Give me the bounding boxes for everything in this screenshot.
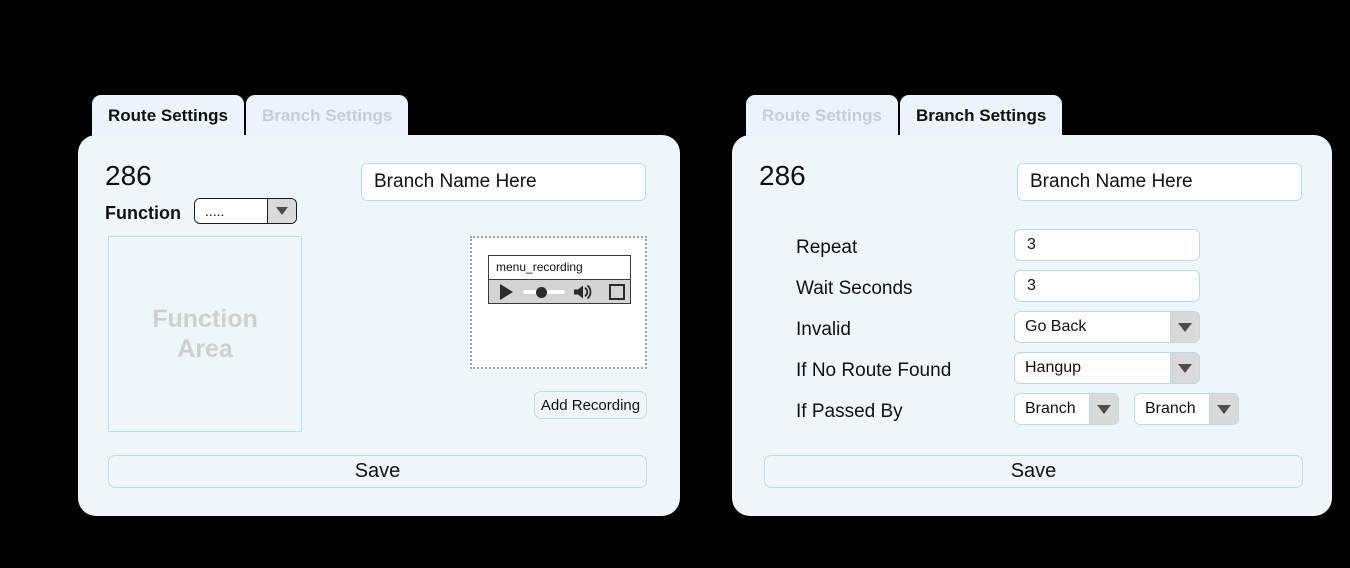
field-label-invalid: Invalid	[796, 319, 851, 340]
if-passed-by-select-2-value: Branch	[1135, 394, 1209, 424]
branch-name-input[interactable]: Branch Name Here	[1017, 163, 1302, 201]
chevron-down-icon[interactable]	[267, 199, 296, 223]
invalid-select-value: Go Back	[1015, 312, 1170, 342]
audio-player[interactable]: menu_recording	[488, 255, 631, 304]
function-area-text: Function Area	[152, 304, 258, 365]
add-recording-button[interactable]: Add Recording	[534, 391, 647, 419]
field-label-repeat: Repeat	[796, 237, 858, 258]
field-label-wait-seconds: Wait Seconds	[796, 278, 913, 299]
save-button[interactable]: Save	[108, 455, 647, 488]
chevron-down-icon[interactable]	[1170, 353, 1199, 383]
if-passed-by-select-2[interactable]: Branch	[1134, 393, 1239, 425]
progress-slider[interactable]	[523, 284, 565, 300]
route-settings-body: 286 Function ..... Branch Name Here Func…	[78, 135, 680, 516]
route-id: 286	[759, 160, 806, 191]
play-icon[interactable]	[500, 283, 513, 300]
tab-route-settings[interactable]: Route Settings	[92, 95, 244, 137]
branch-settings-body: 286 Branch Name Here Repeat 3 Wait Secon…	[732, 135, 1332, 516]
left-panel-tabs: Route Settings Branch Settings	[92, 95, 409, 137]
function-area: Function Area	[108, 236, 302, 432]
tab-branch-settings[interactable]: Branch Settings	[245, 95, 409, 137]
if-no-route-found-select[interactable]: Hangup	[1014, 352, 1200, 384]
branch-settings-panel: Route Settings Branch Settings 286 Branc…	[732, 95, 1332, 520]
wait-seconds-input[interactable]: 3	[1014, 270, 1200, 302]
repeat-input[interactable]: 3	[1014, 229, 1200, 261]
chevron-down-icon[interactable]	[1089, 394, 1118, 424]
branch-name-input[interactable]: Branch Name Here	[361, 163, 646, 201]
function-area-line1: Function	[152, 304, 258, 333]
if-passed-by-select-1[interactable]: Branch	[1014, 393, 1119, 425]
function-select[interactable]: .....	[194, 198, 297, 224]
tab-branch-settings[interactable]: Branch Settings	[899, 95, 1063, 137]
route-id: 286	[105, 160, 152, 191]
audio-file-name: menu_recording	[489, 256, 630, 280]
chevron-down-icon[interactable]	[1209, 394, 1238, 424]
if-passed-by-select-1-value: Branch	[1015, 394, 1089, 424]
audio-controls	[489, 280, 630, 303]
tab-route-settings[interactable]: Route Settings	[746, 95, 898, 137]
volume-icon[interactable]	[572, 283, 596, 301]
route-settings-panel: Route Settings Branch Settings 286 Funct…	[78, 95, 680, 520]
chevron-down-icon[interactable]	[1170, 312, 1199, 342]
fullscreen-icon[interactable]	[609, 283, 625, 300]
right-panel-tabs: Route Settings Branch Settings	[746, 95, 1063, 137]
field-label-if-passed-by: If Passed By	[796, 401, 903, 422]
save-button[interactable]: Save	[764, 455, 1303, 488]
field-label-if-no-route-found: If No Route Found	[796, 360, 952, 381]
slider-knob[interactable]	[536, 286, 547, 298]
invalid-select[interactable]: Go Back	[1014, 311, 1200, 343]
function-label: Function	[105, 203, 181, 223]
function-select-value: .....	[195, 199, 267, 223]
if-no-route-found-select-value: Hangup	[1015, 353, 1170, 383]
function-area-line2: Area	[177, 335, 233, 363]
recording-drop-area[interactable]: menu_recording	[470, 236, 647, 369]
